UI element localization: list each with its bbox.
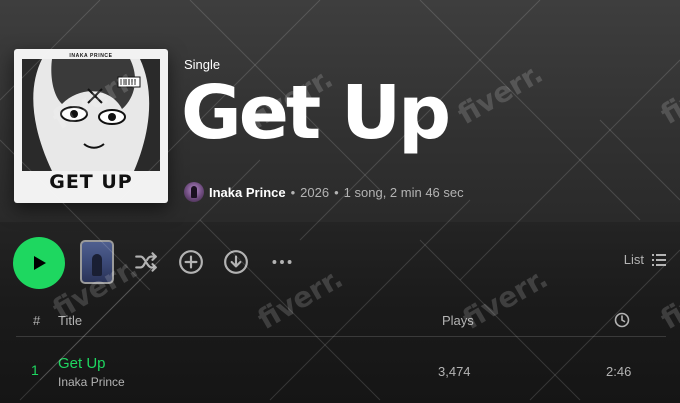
album-summary: 1 song, 2 min 46 sec bbox=[343, 184, 464, 200]
meta-separator: • bbox=[334, 184, 339, 200]
track-row[interactable]: 1 Get Up Inaka Prince 3,474 2:46 bbox=[0, 345, 680, 395]
download-button[interactable] bbox=[222, 248, 250, 276]
track-table-header: # Title Plays bbox=[0, 305, 680, 337]
album-title: Get Up bbox=[181, 70, 451, 156]
shuffle-icon bbox=[135, 252, 157, 272]
album-page: INAKA PRINCE GET UP Single Get Up Inaka bbox=[0, 0, 680, 403]
header-plays: Plays bbox=[442, 313, 474, 328]
track-artist[interactable]: Inaka Prince bbox=[58, 375, 125, 389]
track-duration: 2:46 bbox=[606, 364, 632, 379]
album-year: 2026 bbox=[300, 184, 330, 200]
album-header: INAKA PRINCE GET UP Single Get Up Inaka bbox=[0, 0, 680, 222]
clock-icon bbox=[614, 312, 630, 328]
cover-title-text: GET UP bbox=[49, 171, 133, 193]
artist-avatar[interactable] bbox=[184, 182, 204, 202]
track-number: 1 bbox=[31, 362, 39, 378]
list-icon bbox=[652, 253, 666, 266]
play-icon bbox=[34, 256, 46, 270]
artist-link[interactable]: Inaka Prince bbox=[209, 185, 286, 200]
view-toggle[interactable]: List bbox=[624, 252, 666, 267]
view-toggle-label: List bbox=[623, 252, 644, 267]
play-button[interactable] bbox=[13, 237, 65, 289]
download-icon bbox=[224, 250, 248, 274]
meta-separator: • bbox=[290, 184, 296, 200]
more-icon bbox=[272, 260, 292, 264]
album-meta: Inaka Prince • 2026 • 1 song, 2 min 46 s… bbox=[184, 181, 464, 203]
action-bar: List bbox=[0, 230, 680, 296]
add-icon bbox=[179, 250, 203, 274]
track-title[interactable]: Get Up bbox=[58, 355, 106, 372]
add-to-library-button[interactable] bbox=[177, 248, 205, 276]
cover-illustration bbox=[22, 59, 160, 171]
album-cover[interactable]: INAKA PRINCE GET UP bbox=[14, 49, 168, 203]
header-title: Title bbox=[58, 313, 83, 328]
shuffle-button[interactable] bbox=[132, 248, 160, 276]
header-number: # bbox=[33, 313, 41, 328]
preview-thumbnail[interactable] bbox=[80, 240, 114, 284]
track-plays: 3,474 bbox=[438, 364, 471, 379]
header-divider bbox=[16, 336, 666, 337]
more-options-button[interactable] bbox=[268, 248, 296, 276]
